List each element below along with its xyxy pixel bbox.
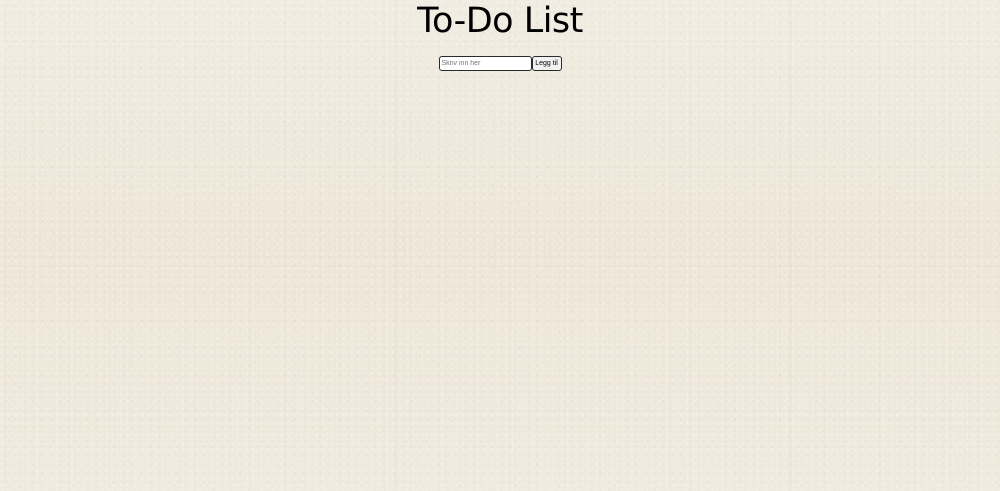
paper-texture-seam <box>790 0 792 491</box>
page-title: To-Do List <box>417 1 583 41</box>
task-input[interactable] <box>438 56 532 71</box>
add-task-button[interactable]: Legg til <box>531 56 562 71</box>
paper-texture-seam <box>395 0 397 491</box>
todo-app: To-Do List Legg til <box>0 0 1000 79</box>
add-task-form: Legg til <box>438 56 562 71</box>
